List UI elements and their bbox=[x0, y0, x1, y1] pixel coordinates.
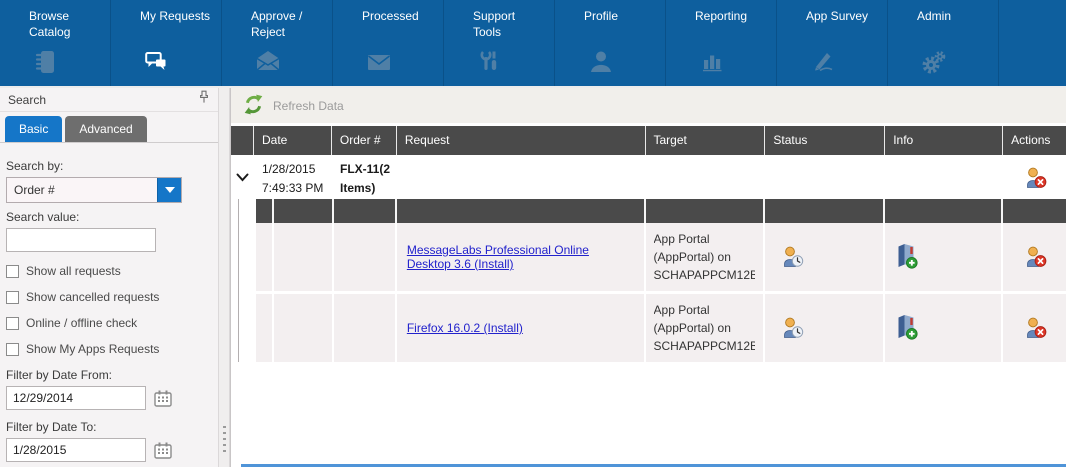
column-date[interactable]: Date bbox=[254, 126, 332, 155]
search-panel: Search Basic Advanced Search by: Order #… bbox=[0, 88, 218, 467]
info-cell bbox=[885, 223, 1003, 291]
actions-cell bbox=[1003, 294, 1066, 362]
request-link[interactable]: MessageLabs Professional Online Desktop … bbox=[407, 243, 634, 271]
nav-tab-profile[interactable]: Profile bbox=[555, 0, 666, 86]
search-by-label: Search by: bbox=[6, 159, 218, 173]
order-number: FLX-11(2 Items) bbox=[332, 155, 397, 199]
target-text: App Portal (AppPortal) on SCHAPAPPCM12BO… bbox=[654, 230, 756, 284]
request-link[interactable]: Firefox 16.0.2 (Install) bbox=[407, 321, 523, 335]
dropdown-open-button[interactable] bbox=[157, 178, 181, 202]
envelope-icon bbox=[365, 48, 393, 76]
refresh-icon[interactable] bbox=[243, 94, 264, 118]
date-from-label: Filter by Date From: bbox=[6, 368, 218, 382]
checkbox-online-offline-check[interactable]: Online / offline check bbox=[6, 316, 218, 330]
requests-grid-panel: Refresh Data Date Order # Request Target… bbox=[230, 88, 1066, 467]
nav-tab-app-survey[interactable]: App Survey bbox=[777, 0, 888, 86]
checkbox-show-my-apps-requests[interactable]: Show My Apps Requests bbox=[6, 342, 218, 356]
collapse-chevron-icon[interactable] bbox=[231, 155, 254, 199]
cancel-request-icon[interactable] bbox=[1022, 315, 1048, 342]
order-group-row: 1/28/2015 7:49:33 PM FLX-11(2 Items) bbox=[231, 155, 1066, 199]
catalog-book-icon bbox=[32, 48, 60, 76]
detail-header-row bbox=[256, 199, 1066, 223]
tab-advanced[interactable]: Advanced bbox=[65, 116, 146, 142]
nav-tab-support-tools[interactable]: Support Tools bbox=[444, 0, 555, 86]
refresh-data-button[interactable]: Refresh Data bbox=[273, 99, 344, 113]
software-add-icon[interactable] bbox=[894, 243, 919, 272]
calendar-icon[interactable] bbox=[154, 390, 172, 407]
date-to-label: Filter by Date To: bbox=[6, 420, 218, 434]
search-mode-tabs: Basic Advanced bbox=[0, 112, 218, 143]
grid-header-row: Date Order # Request Target Status Info … bbox=[231, 126, 1066, 155]
grid-toolbar: Refresh Data bbox=[231, 88, 1066, 126]
user-pending-icon[interactable] bbox=[779, 315, 805, 342]
panel-splitter[interactable] bbox=[218, 88, 230, 467]
actions-cell bbox=[1003, 223, 1066, 291]
top-navigation: Browse Catalog My Requests bbox=[0, 0, 1066, 88]
date-to-input[interactable] bbox=[6, 438, 146, 462]
tab-basic[interactable]: Basic bbox=[5, 116, 62, 142]
column-order[interactable]: Order # bbox=[332, 126, 397, 155]
chevron-down-icon bbox=[165, 187, 175, 193]
checkbox-show-cancelled-requests[interactable]: Show cancelled requests bbox=[6, 290, 218, 304]
open-envelope-icon bbox=[254, 48, 282, 76]
pin-icon[interactable] bbox=[198, 88, 210, 112]
checkbox-icon[interactable] bbox=[6, 317, 19, 330]
request-item-row: Firefox 16.0.2 (Install) App Portal (App… bbox=[256, 294, 1066, 362]
calendar-icon[interactable] bbox=[154, 442, 172, 459]
search-panel-title: Search bbox=[8, 88, 46, 112]
nav-tab-my-requests[interactable]: My Requests bbox=[111, 0, 222, 86]
nav-tab-admin[interactable]: Admin bbox=[888, 0, 999, 86]
order-items-detail-grid: MessageLabs Professional Online Desktop … bbox=[256, 199, 1066, 362]
cancel-request-icon[interactable] bbox=[1003, 155, 1066, 199]
search-value-label: Search value: bbox=[6, 210, 218, 224]
target-text: App Portal (AppPortal) on SCHAPAPPCM12BO… bbox=[654, 301, 756, 355]
splitter-grip-icon bbox=[223, 426, 226, 452]
user-pending-icon[interactable] bbox=[779, 244, 805, 271]
nav-tab-reporting[interactable]: Reporting bbox=[666, 0, 777, 86]
column-info[interactable]: Info bbox=[885, 126, 1003, 155]
column-target[interactable]: Target bbox=[646, 126, 766, 155]
cancel-request-icon[interactable] bbox=[1022, 244, 1048, 271]
nav-tab-browse-catalog[interactable]: Browse Catalog bbox=[0, 0, 111, 86]
nav-tab-approve-reject[interactable]: Approve / Reject bbox=[222, 0, 333, 86]
status-cell bbox=[765, 223, 885, 291]
column-expander bbox=[231, 126, 254, 155]
software-add-icon[interactable] bbox=[894, 314, 919, 343]
checkbox-icon[interactable] bbox=[6, 291, 19, 304]
request-item-row: MessageLabs Professional Online Desktop … bbox=[256, 223, 1066, 291]
survey-pen-icon bbox=[809, 48, 837, 76]
search-by-selected-value: Order # bbox=[7, 178, 157, 202]
bar-chart-icon bbox=[698, 48, 726, 76]
checkbox-icon[interactable] bbox=[6, 265, 19, 278]
chat-bubbles-icon bbox=[143, 48, 171, 76]
checkbox-icon[interactable] bbox=[6, 343, 19, 356]
status-cell bbox=[765, 294, 885, 362]
column-status[interactable]: Status bbox=[765, 126, 885, 155]
date-from-input[interactable] bbox=[6, 386, 146, 410]
info-cell bbox=[885, 294, 1003, 362]
order-date: 1/28/2015 7:49:33 PM bbox=[254, 155, 332, 199]
tools-icon bbox=[476, 48, 504, 76]
search-by-dropdown[interactable]: Order # bbox=[6, 177, 182, 203]
checkbox-show-all-requests[interactable]: Show all requests bbox=[6, 264, 218, 278]
app-portal-window: Browse Catalog My Requests bbox=[0, 0, 1066, 467]
gears-icon bbox=[920, 48, 948, 76]
column-request[interactable]: Request bbox=[397, 126, 646, 155]
search-value-input[interactable] bbox=[6, 228, 156, 252]
person-icon bbox=[587, 48, 615, 76]
column-actions[interactable]: Actions bbox=[1003, 126, 1066, 155]
nav-tab-processed[interactable]: Processed bbox=[333, 0, 444, 86]
